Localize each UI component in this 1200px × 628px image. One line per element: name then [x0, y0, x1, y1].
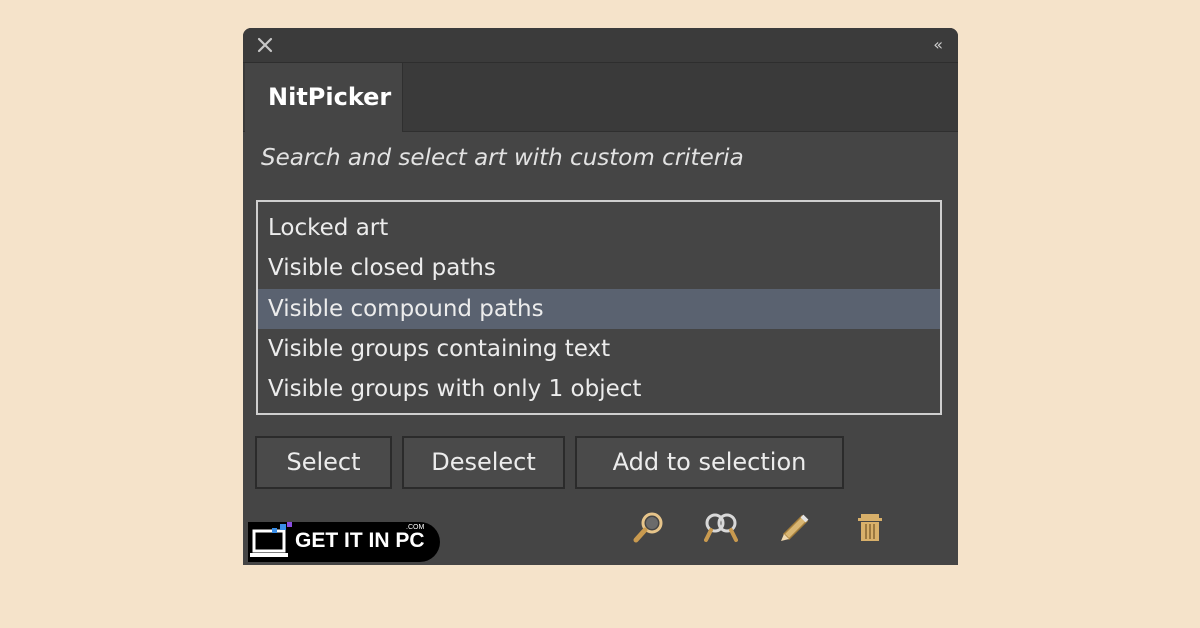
add-to-selection-button[interactable]: Add to selection — [575, 436, 844, 489]
panel-titlebar: ‹‹ — [243, 28, 958, 63]
search-icon[interactable] — [632, 510, 666, 544]
close-icon[interactable] — [257, 37, 273, 53]
nitpicker-panel: ‹‹ NitPicker Search and select art with … — [243, 28, 958, 565]
criteria-list[interactable]: Locked art Visible closed paths Visible … — [256, 200, 942, 415]
watermark-logo: GET IT IN PC .COM — [248, 522, 440, 562]
deselect-button[interactable]: Deselect — [402, 436, 565, 489]
trash-icon[interactable] — [853, 510, 887, 544]
tab-nitpicker[interactable]: NitPicker — [245, 63, 403, 132]
collapse-panel-icon[interactable]: ‹‹ — [933, 36, 943, 54]
select-button[interactable]: Select — [255, 436, 392, 489]
list-item-visible-compound-paths[interactable]: Visible compound paths — [258, 289, 940, 329]
find-all-icon[interactable] — [704, 510, 738, 544]
panel-description: Search and select art with custom criter… — [261, 145, 744, 171]
watermark-suffix: .COM — [406, 524, 425, 531]
list-item-locked-art[interactable]: Locked art — [258, 208, 940, 248]
list-item-visible-closed-paths[interactable]: Visible closed paths — [258, 248, 940, 288]
list-item-visible-groups-containing-text[interactable]: Visible groups containing text — [258, 329, 940, 369]
list-item-visible-groups-with-only-1-object[interactable]: Visible groups with only 1 object — [258, 369, 940, 409]
edit-icon[interactable] — [778, 510, 812, 544]
tab-label: NitPicker — [268, 83, 392, 111]
watermark-text: GET IT IN PC — [295, 529, 425, 552]
tab-strip: NitPicker — [243, 63, 958, 132]
